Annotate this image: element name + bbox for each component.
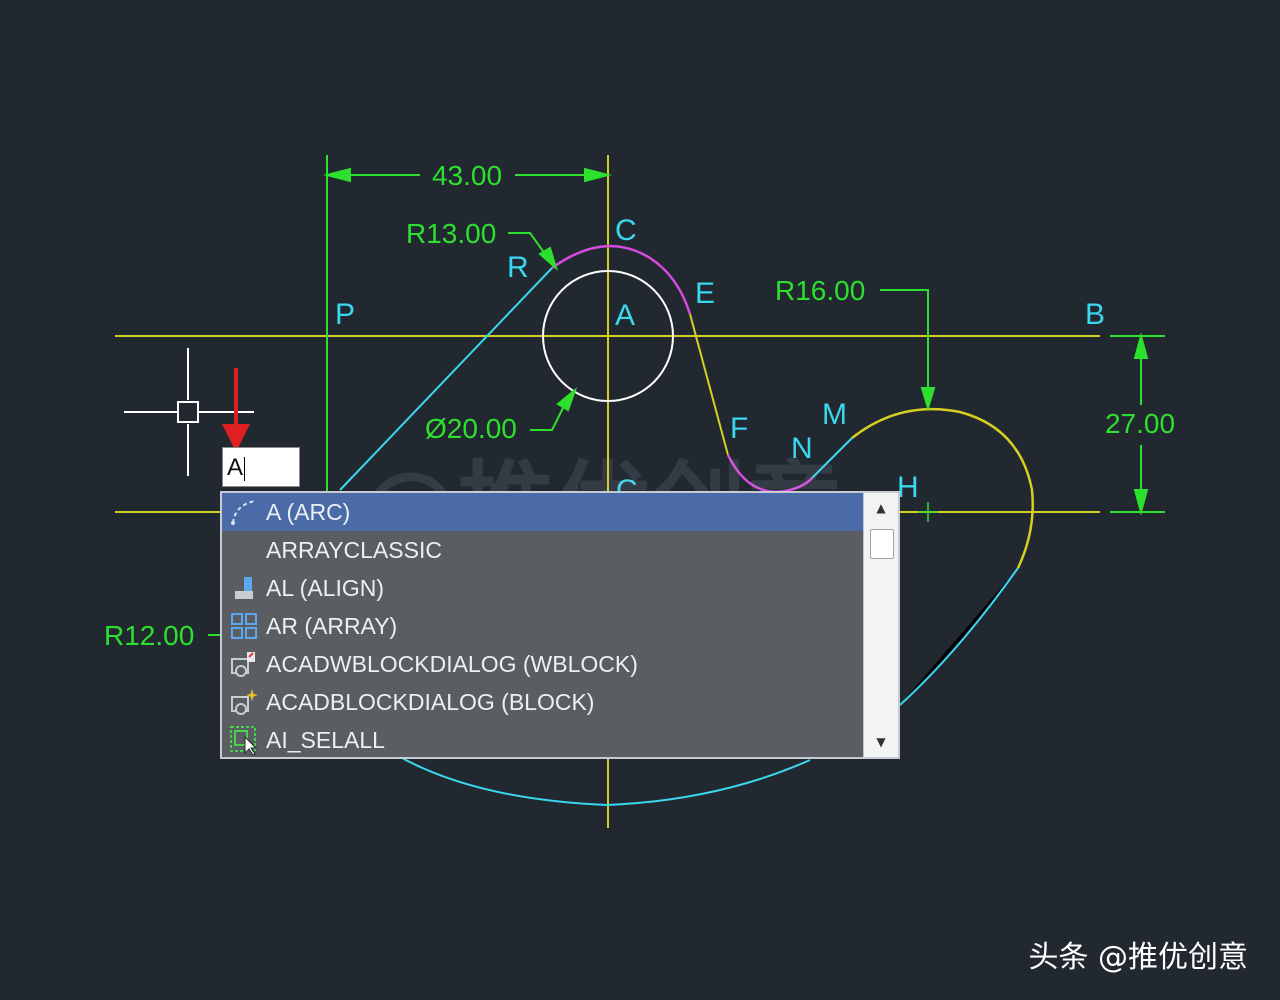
scroll-down-arrow-icon[interactable]: ▼ [864, 729, 898, 755]
dimension-r13: R13.00 [406, 218, 496, 249]
text-caret [244, 456, 246, 481]
autocomplete-item-label: AL (ALIGN) [266, 574, 385, 601]
autocomplete-item-align[interactable]: AL (ALIGN) [222, 569, 865, 607]
autocomplete-item-block[interactable]: ACADBLOCKDIALOG (BLOCK) [222, 683, 865, 721]
footer-brand: 头条 @推优创意 [1028, 940, 1248, 975]
dimension-27: 27.00 [1105, 408, 1175, 439]
block-icon [231, 689, 258, 715]
point-label-h: H [897, 471, 919, 504]
autocomplete-item-arrayclassic[interactable]: ARRAYCLASSIC [222, 531, 865, 569]
dimension-43: 43.00 [432, 160, 502, 191]
bottom-arc [899, 567, 1019, 706]
scroll-up-arrow-icon[interactable]: ▲ [864, 495, 898, 521]
red-arrow-icon [222, 368, 250, 452]
point-label-e: E [695, 277, 715, 310]
autocomplete-item-label: AR (ARRAY) [266, 612, 398, 639]
autocomplete-item-label: ARRAYCLASSIC [266, 536, 442, 563]
point-label-a: A [615, 299, 635, 332]
dimension-r16: R16.00 [775, 275, 865, 306]
autocomplete-scrollbar[interactable]: ▲ ▼ [863, 493, 898, 757]
point-label-m: M [822, 398, 847, 431]
autocomplete-items: A (ARC) ARRAYCLASSIC AL (ALIGN) AR (ARRA… [222, 493, 865, 757]
command-input[interactable]: A [222, 447, 300, 487]
blank-icon [229, 535, 259, 565]
autocomplete-item-wblock[interactable]: ACADWBLOCKDIALOG (WBLOCK) [222, 645, 865, 683]
autocomplete-item-selall[interactable]: AI_SELALL [222, 721, 865, 759]
autocomplete-item-label: ACADBLOCKDIALOG (BLOCK) [266, 688, 595, 715]
autocomplete-item-arc[interactable]: A (ARC) [222, 493, 865, 531]
bottom-arc-lower [401, 757, 811, 807]
autocomplete-item-label: AI_SELALL [266, 726, 385, 753]
dimension-r12: R12.00 [104, 620, 194, 651]
point-label-c: C [615, 214, 637, 247]
point-label-p: P [335, 298, 355, 331]
align-icon [235, 577, 253, 599]
array-icon [231, 613, 257, 639]
dimension-diameter-20: Ø20.00 [425, 413, 517, 444]
autocomplete-item-label: A (ARC) [266, 498, 351, 525]
point-label-r: R [507, 251, 529, 284]
autocomplete-item-array[interactable]: AR (ARRAY) [222, 607, 865, 645]
point-label-b: B [1085, 298, 1105, 331]
command-input-value: A [227, 454, 244, 481]
select-all-icon [230, 726, 258, 755]
point-label-f: F [730, 412, 748, 445]
command-autocomplete-list[interactable]: A (ARC) ARRAYCLASSIC AL (ALIGN) AR (ARRA… [220, 491, 900, 759]
scroll-thumb[interactable] [870, 529, 894, 559]
wblock-icon [231, 652, 255, 677]
arc-icon [231, 500, 256, 525]
autocomplete-item-label: ACADWBLOCKDIALOG (WBLOCK) [266, 650, 638, 677]
